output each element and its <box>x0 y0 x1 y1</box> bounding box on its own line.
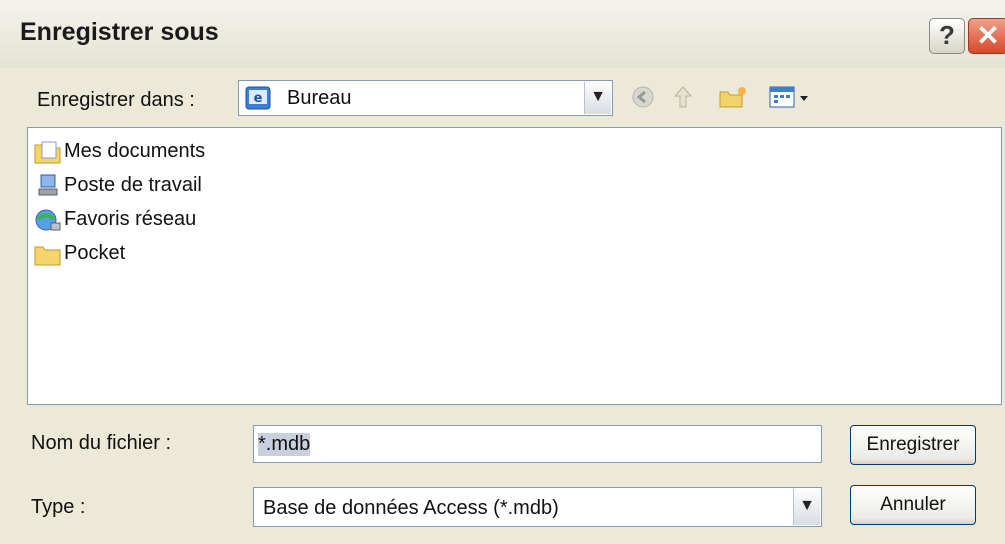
folder-icon <box>34 246 61 266</box>
new-folder-icon[interactable] <box>718 82 748 112</box>
file-list[interactable]: Mes documents Poste de travail Favoris r… <box>27 127 1002 405</box>
my-documents-icon <box>34 141 61 164</box>
filetype-dropdown[interactable]: Base de données Access (*.mdb) ▼ <box>253 487 822 527</box>
title-bar[interactable]: Enregistrer sous ? ✕ <box>0 0 1005 68</box>
chevron-down-icon[interactable]: ▼ <box>584 82 611 114</box>
network-places-icon <box>35 209 61 231</box>
window-title: Enregistrer sous <box>20 18 219 46</box>
filetype-label: Type : <box>31 496 86 518</box>
close-button[interactable]: ✕ <box>968 18 1005 54</box>
save-button[interactable]: Enregistrer <box>850 425 976 465</box>
filename-value: *.mdb <box>258 433 311 456</box>
chevron-down-icon[interactable]: ▼ <box>793 489 820 525</box>
back-icon[interactable] <box>628 82 658 112</box>
up-folder-icon[interactable] <box>668 82 698 112</box>
view-menu-icon[interactable] <box>766 82 814 112</box>
filename-input[interactable]: *.mdb <box>253 425 822 463</box>
desktop-icon: e <box>245 86 271 110</box>
save-in-label: Enregistrer dans : <box>37 89 195 111</box>
save-in-value: Bureau <box>287 87 352 109</box>
filetype-value: Base de données Access (*.mdb) <box>263 497 559 519</box>
svg-text:e: e <box>254 91 263 106</box>
help-button[interactable]: ? <box>929 18 965 54</box>
save-as-dialog: Enregistrer sous ? ✕ Enregistrer dans : … <box>0 0 1005 544</box>
cancel-button[interactable]: Annuler <box>850 485 976 525</box>
save-in-dropdown[interactable]: e Bureau ▼ <box>238 80 613 116</box>
filename-label: Nom du fichier : <box>31 432 172 454</box>
my-computer-icon <box>38 174 58 196</box>
